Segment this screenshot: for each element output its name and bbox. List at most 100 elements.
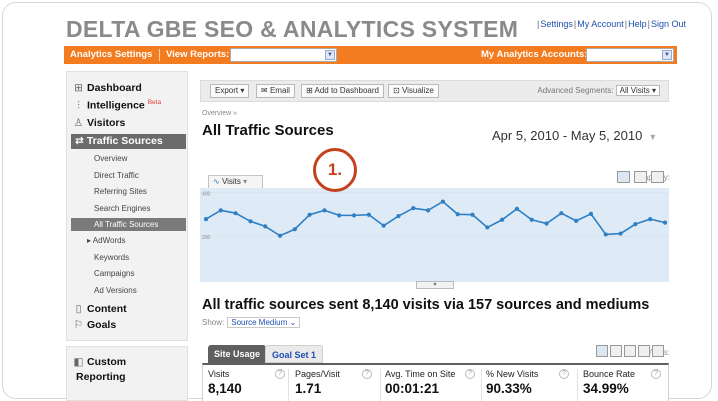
chevron-down-icon: ▾ [240, 86, 245, 95]
top-nav-bar: Analytics Settings View Reports: ▼ My An… [64, 46, 677, 64]
sidebar-subitem-adwords[interactable]: ▸ AdWords [87, 236, 126, 245]
step-callout: 1. [313, 148, 357, 192]
graph-by-day-button[interactable] [617, 171, 630, 183]
help-icon[interactable]: ? [275, 369, 285, 379]
sidebar-custom-reporting: ◧ Custom Reporting [66, 346, 188, 401]
page-icon: ▯ [75, 303, 82, 315]
top-links: |Settings|My Account|Help|Sign Out [537, 19, 686, 29]
data-point [440, 199, 446, 204]
data-point [618, 231, 623, 236]
visualize-label: Visualize [401, 86, 434, 95]
sidebar-item-label: Custom [87, 356, 127, 368]
data-point [277, 233, 283, 238]
data-point [455, 212, 460, 217]
sidebar-item-reporting[interactable]: Reporting [76, 371, 126, 383]
sidebar-item-traffic-sources[interactable]: ⇄ Traffic Sources [71, 134, 186, 149]
person-icon: ♙ [73, 117, 84, 129]
data-point [544, 221, 549, 226]
visualize-button[interactable]: ⊡ Visualize [388, 84, 439, 98]
graph-metric-select[interactable]: ∿ Visits ▾ [208, 175, 263, 189]
data-point [470, 212, 475, 217]
dimension-select[interactable]: Source Medium ⌄ [227, 317, 301, 328]
settings-link[interactable]: Settings [540, 19, 573, 29]
data-point [603, 232, 608, 237]
data-point [588, 211, 594, 216]
help-icon[interactable]: ? [651, 369, 661, 379]
chevron-down-icon: ▼ [662, 50, 672, 60]
beta-badge: Beta [147, 99, 162, 106]
export-button[interactable]: Export ▾ [210, 84, 250, 98]
data-point [662, 220, 668, 225]
flag-icon: ⚐ [73, 319, 84, 331]
data-point [366, 212, 371, 217]
email-label: Email [269, 86, 290, 95]
data-point [263, 224, 268, 229]
help-icon[interactable]: ? [559, 369, 569, 379]
table-view-icon[interactable] [596, 345, 608, 357]
add-to-dashboard-button[interactable]: ⊞ Add to Dashboard [301, 84, 384, 98]
envelope-icon: ✉ [261, 86, 268, 95]
chart-resize-handle[interactable]: ▾ [416, 281, 454, 289]
sidebar-item-intelligence[interactable]: ⫶ Intelligence Beta [73, 99, 161, 113]
email-button[interactable]: ✉ Email [256, 84, 295, 98]
metric-new-visits: % New Visits 90.33%? [486, 369, 571, 401]
pie-view-icon[interactable] [610, 345, 622, 357]
pivot-view-icon[interactable] [652, 345, 664, 357]
data-point [381, 223, 386, 228]
tab-goal-set-1[interactable]: Goal Set 1 [265, 345, 324, 363]
metric-value: 1.71 [295, 381, 322, 396]
sidebar-item-goals[interactable]: ⚐ Goals [73, 319, 116, 331]
data-point [203, 217, 209, 222]
date-range-value: Apr 5, 2010 - May 5, 2010 [492, 128, 643, 143]
sidebar-item-label: Goals [87, 319, 117, 331]
sign-out-link[interactable]: Sign Out [651, 19, 686, 29]
sidebar-subitem-overview[interactable]: Overview [94, 154, 127, 163]
sidebar-subitem-search-engines[interactable]: Search Engines [94, 204, 150, 213]
sidebar-item-content[interactable]: ▯ Content [73, 303, 127, 315]
graph-by-week-button[interactable] [634, 171, 647, 183]
view-reports-select[interactable]: ▼ [230, 48, 337, 62]
performance-view-icon[interactable] [624, 345, 636, 357]
my-accounts-select[interactable]: ▼ [586, 48, 674, 62]
summary-text: All traffic sources sent 8,140 visits vi… [202, 297, 650, 313]
help-icon[interactable]: ? [362, 369, 372, 379]
metric-pages-per-visit: Pages/Visit 1.71? [295, 369, 379, 401]
comparison-view-icon[interactable] [638, 345, 650, 357]
sidebar-item-custom[interactable]: ◧ Custom [73, 356, 127, 368]
segment-select[interactable]: All Visits ▾ [615, 85, 660, 96]
sidebar-subitem-campaigns[interactable]: Campaigns [94, 269, 134, 278]
sidebar-subitem-referring-sites[interactable]: Referring Sites [94, 187, 147, 196]
y-tick-label: 200 [202, 235, 211, 241]
my-accounts-label: My Analytics Accounts: [481, 49, 588, 60]
metric-divider [380, 369, 381, 401]
my-account-link[interactable]: My Account [577, 19, 624, 29]
graph-by-month-button[interactable] [651, 171, 664, 183]
breadcrumb[interactable]: Overview » [202, 110, 237, 117]
sidebar-item-visitors[interactable]: ♙ Visitors [73, 117, 126, 129]
help-icon[interactable]: ? [465, 369, 475, 379]
data-point [485, 225, 490, 230]
show-label: Show: [202, 318, 225, 327]
sidebar-item-label: Content [87, 303, 127, 315]
tab-site-usage[interactable]: Site Usage [208, 345, 267, 363]
date-range-picker[interactable]: Apr 5, 2010 - May 5, 2010 ▼ [492, 128, 657, 143]
sidebar-item-dashboard[interactable]: ⊞ Dashboard [73, 82, 142, 94]
metric-value: 34.99% [583, 381, 629, 396]
sidebar-subitem-direct-traffic[interactable]: Direct Traffic [94, 171, 139, 180]
data-point [218, 208, 223, 213]
help-link[interactable]: Help [628, 19, 647, 29]
report-toolbar: Export ▾ ✉ Email ⊞ Add to Dashboard ⊡ Vi… [200, 80, 669, 102]
show-row: Show: Source Medium ⌄ [202, 317, 301, 328]
y-tick-label: 400 [202, 191, 211, 197]
data-point [411, 206, 416, 211]
segment-value: All Visits [619, 86, 650, 95]
sidebar-subitem-keywords[interactable]: Keywords [94, 253, 129, 262]
analytics-settings-link[interactable]: Analytics Settings [70, 49, 152, 60]
metric-avg-time-on-site: Avg. Time on Site 00:01:21? [385, 369, 480, 401]
data-point [514, 206, 520, 211]
sidebar-subitem-ad-versions[interactable]: Ad Versions [94, 286, 137, 295]
sidebar-item-label: Dashboard [87, 82, 142, 94]
sidebar-subitem-all-traffic-sources[interactable]: All Traffic Sources [71, 218, 186, 231]
traffic-arrows-icon: ⇄ [75, 135, 84, 147]
add-to-dashboard-label: Add to Dashboard [314, 86, 379, 95]
